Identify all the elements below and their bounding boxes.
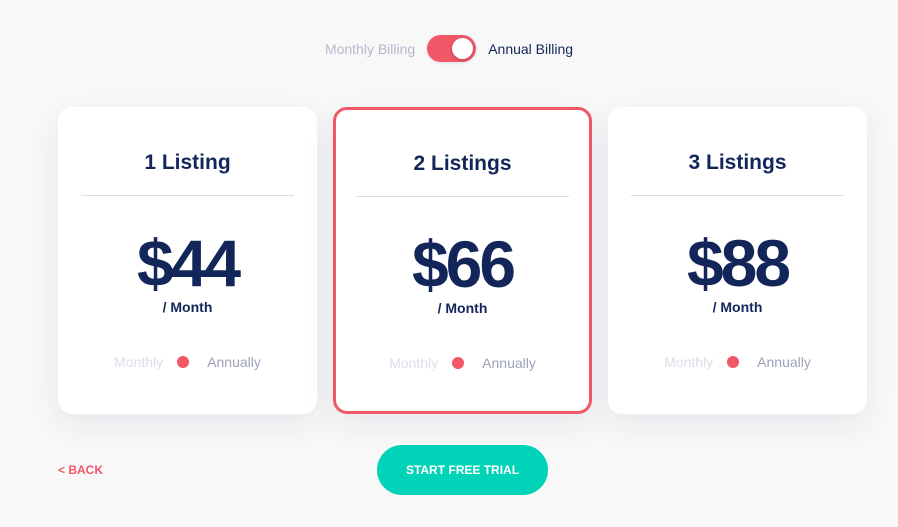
plan-price: $88 <box>686 226 791 300</box>
plan-title: 3 Listings <box>688 151 787 174</box>
plan-billing-toggle[interactable]: Monthly Annually <box>608 354 867 370</box>
billing-toggle: Monthly Billing Annual Billing <box>0 35 898 62</box>
plan-monthly-label[interactable]: Monthly <box>664 354 713 370</box>
plan-annually-label[interactable]: Annually <box>207 354 261 370</box>
divider <box>81 195 294 196</box>
plan-title: 1 Listing <box>144 151 231 174</box>
plan-monthly-label[interactable]: Monthly <box>389 355 438 371</box>
plan-period: / Month <box>712 299 763 315</box>
switch-knob <box>452 38 474 59</box>
plan-card-3-listings[interactable]: 3 Listings $88 / Month Monthly Annually <box>608 107 867 414</box>
plan-annually-label[interactable]: Annually <box>482 355 536 371</box>
plan-billing-toggle[interactable]: Monthly Annually <box>336 355 589 371</box>
toggle-dot-icon[interactable] <box>452 357 465 369</box>
divider <box>356 196 569 197</box>
plan-annually-label[interactable]: Annually <box>757 354 811 370</box>
divider <box>631 195 844 196</box>
billing-switch[interactable] <box>427 35 477 62</box>
toggle-dot-icon[interactable] <box>727 356 740 368</box>
monthly-billing-label[interactable]: Monthly Billing <box>325 41 415 57</box>
plan-card-2-listings[interactable]: 2 Listings $66 / Month Monthly Annually <box>333 107 592 414</box>
annual-billing-label[interactable]: Annual Billing <box>488 41 573 57</box>
toggle-dot-icon[interactable] <box>177 356 190 368</box>
start-free-trial-button[interactable]: START FREE TRIAL <box>377 445 548 495</box>
plan-monthly-label[interactable]: Monthly <box>114 354 163 370</box>
plan-title: 2 Listings <box>413 152 512 175</box>
plan-card-1-listing[interactable]: 1 Listing $44 / Month Monthly Annually <box>58 107 317 414</box>
back-link[interactable]: < BACK <box>58 463 103 477</box>
plan-period: / Month <box>162 299 213 315</box>
plan-price: $66 <box>411 227 516 301</box>
plan-period: / Month <box>437 300 488 316</box>
plan-price: $44 <box>136 226 241 300</box>
plan-billing-toggle[interactable]: Monthly Annually <box>58 354 317 370</box>
